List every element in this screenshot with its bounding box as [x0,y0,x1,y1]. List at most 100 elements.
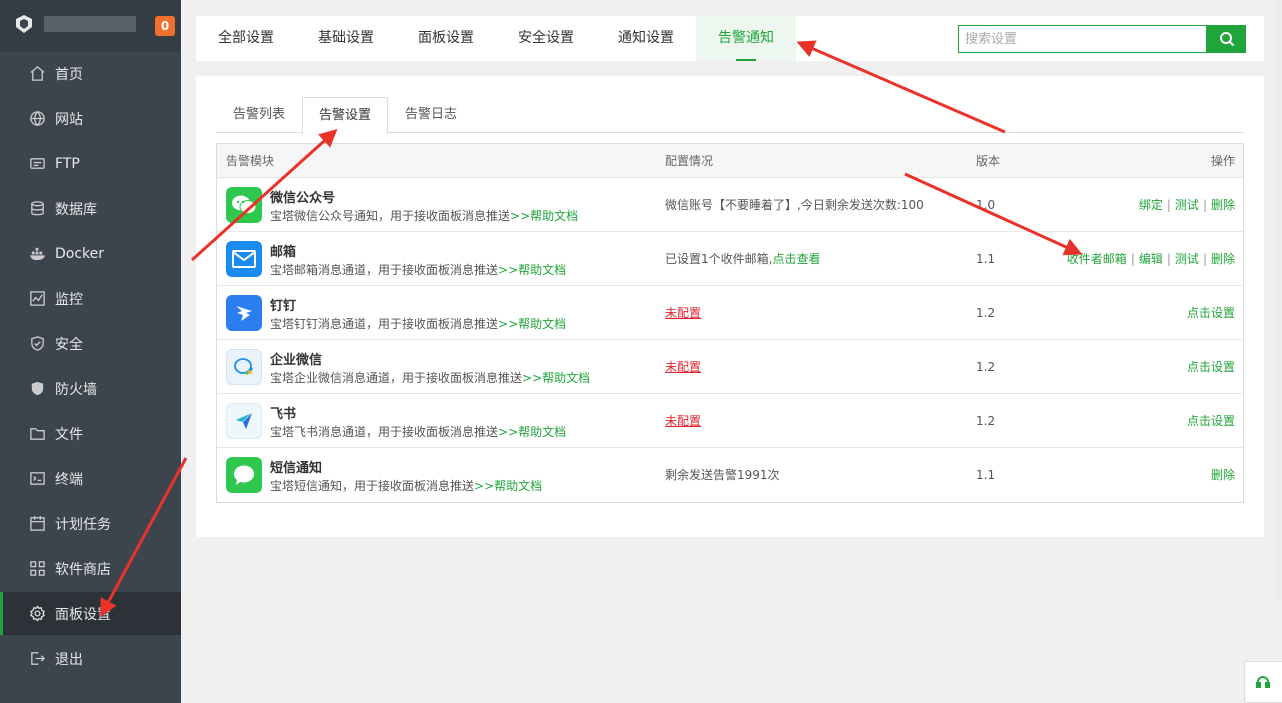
search-icon [1219,32,1234,47]
module-version: 1.2 [976,360,996,374]
sidebar-item-label: 面板设置 [55,606,111,623]
config-status: 剩余发送告警1991次 [665,468,780,482]
test-button[interactable]: 测试 [1175,198,1199,212]
search-input[interactable] [958,25,1207,53]
header-version: 版本 [976,154,1001,168]
sidebar-item-store[interactable]: 软件商店 [0,547,181,590]
module-name: 微信公众号 [270,191,336,206]
sidebar-item-label: 防火墙 [55,381,97,398]
sidebar-item-files[interactable]: 文件 [0,412,181,455]
sidebar-item-label: 文件 [55,426,83,443]
module-version: 1.2 [976,414,996,428]
sidebar-item-firewall[interactable]: 防火墙 [0,367,181,410]
sms-icon [226,457,262,493]
page-scrollbar[interactable] [1276,0,1282,600]
row-actions: 点击设置 [1187,340,1235,394]
module-desc: 宝塔企业微信消息通道，用于接收面板消息推送>>帮助文档 [270,371,591,385]
row-actions: 点击设置 [1187,286,1235,340]
tab-notify-settings[interactable]: 通知设置 [608,16,684,61]
sidebar-item-label: 安全 [55,336,83,353]
sidebar-item-security[interactable]: 安全 [0,322,181,365]
globe-icon [28,110,46,128]
subtab-alert-list[interactable]: 告警列表 [216,97,302,133]
settings-tabbar: 全部设置 基础设置 面板设置 安全设置 通知设置 告警通知 [196,16,1264,61]
help-doc-link[interactable]: >>帮助文档 [522,371,590,385]
recipients-button[interactable]: 收件者邮箱 [1067,252,1127,266]
sidebar-item-label: 软件商店 [55,561,111,578]
help-doc-link[interactable]: >>帮助文档 [498,317,566,331]
module-name: 邮箱 [270,245,297,260]
sidebar-item-label: 终端 [55,471,83,488]
feishu-icon [226,403,262,439]
gear-icon [28,605,46,623]
docker-icon [28,245,46,263]
tab-basic-settings[interactable]: 基础设置 [308,16,384,61]
alert-module-table: 告警模块 配置情况 版本 操作 微信公众号 宝塔微信公众号通知，用于接收面板消息… [216,143,1244,503]
home-icon [28,65,46,83]
module-desc: 宝塔飞书消息通道，用于接收面板消息推送>>帮助文档 [270,425,567,439]
sidebar-item-panel-settings[interactable]: 面板设置 [0,592,181,635]
config-status[interactable]: 未配置 [665,340,701,394]
module-name: 钉钉 [270,299,297,314]
sidebar-item-logout[interactable]: 退出 [0,637,181,680]
table-row: 飞书 宝塔飞书消息通道，用于接收面板消息推送>>帮助文档 未配置 1.2 点击设… [217,394,1243,448]
table-row: 邮箱 宝塔邮箱消息通道，用于接收面板消息推送>>帮助文档 已设置1个收件邮箱,点… [217,232,1243,286]
help-doc-link[interactable]: >>帮助文档 [498,263,566,277]
delete-button[interactable]: 删除 [1211,468,1235,482]
edit-button[interactable]: 编辑 [1139,252,1163,266]
setup-button[interactable]: 点击设置 [1187,360,1235,374]
delete-button[interactable]: 删除 [1211,252,1235,266]
sidebar-item-monitor[interactable]: 监控 [0,277,181,320]
sidebar-item-label: 网站 [55,111,83,128]
sidebar-item-ftp[interactable]: FTP [0,142,181,185]
tab-panel-settings[interactable]: 面板设置 [408,16,484,61]
sidebar-item-cron[interactable]: 计划任务 [0,502,181,545]
sidebar-item-docker[interactable]: Docker [0,232,181,275]
setup-button[interactable]: 点击设置 [1187,414,1235,428]
module-version: 1.2 [976,306,996,320]
module-version: 1.1 [976,252,996,266]
row-actions: 点击设置 [1187,394,1235,448]
logo-icon [16,15,32,33]
sidebar-item-terminal[interactable]: 终端 [0,457,181,500]
search-button[interactable] [1207,25,1246,53]
row-actions: 删除 [1211,448,1235,502]
config-status[interactable]: 未配置 [665,394,701,448]
module-desc: 宝塔短信通知，用于接收面板消息推送>>帮助文档 [270,479,543,493]
subtab-alert-settings[interactable]: 告警设置 [302,97,388,134]
notification-badge[interactable]: 0 [155,16,175,36]
header-action: 操作 [1210,154,1235,168]
bind-button[interactable]: 绑定 [1139,198,1163,212]
shield-icon [28,335,46,353]
folder-icon [28,425,46,443]
table-header: 告警模块 配置情况 版本 操作 [217,144,1243,178]
test-button[interactable]: 测试 [1175,252,1199,266]
view-recipients-link[interactable]: 点击查看 [772,252,820,266]
sidebar-item-label: 首页 [55,66,83,83]
tab-security-settings[interactable]: 安全设置 [508,16,584,61]
help-doc-link[interactable]: >>帮助文档 [498,425,566,439]
module-desc: 宝塔钉钉消息通道，用于接收面板消息推送>>帮助文档 [270,317,567,331]
module-version: 1.0 [976,198,996,212]
headset-icon [1256,676,1270,688]
help-doc-link[interactable]: >>帮助文档 [474,479,542,493]
server-name-blurred [44,16,136,32]
wechat-icon [226,187,262,223]
sidebar-item-home[interactable]: 首页 [0,52,181,95]
wecom-icon [226,349,262,385]
database-icon [28,200,46,218]
config-status[interactable]: 未配置 [665,286,701,340]
table-row: 企业微信 宝塔企业微信消息通道，用于接收面板消息推送>>帮助文档 未配置 1.2… [217,340,1243,394]
sidebar-item-database[interactable]: 数据库 [0,187,181,230]
terminal-icon [28,470,46,488]
subtab-alert-log[interactable]: 告警日志 [388,97,474,133]
header-config: 配置情况 [665,154,714,168]
setup-button[interactable]: 点击设置 [1187,306,1235,320]
sidebar-item-website[interactable]: 网站 [0,97,181,140]
sidebar-item-label: 退出 [55,651,83,668]
tab-all-settings[interactable]: 全部设置 [208,16,284,61]
delete-button[interactable]: 删除 [1211,198,1235,212]
tab-alert-notify[interactable]: 告警通知 [696,16,796,61]
help-doc-link[interactable]: >>帮助文档 [510,209,578,223]
customer-service-button[interactable] [1244,661,1282,703]
